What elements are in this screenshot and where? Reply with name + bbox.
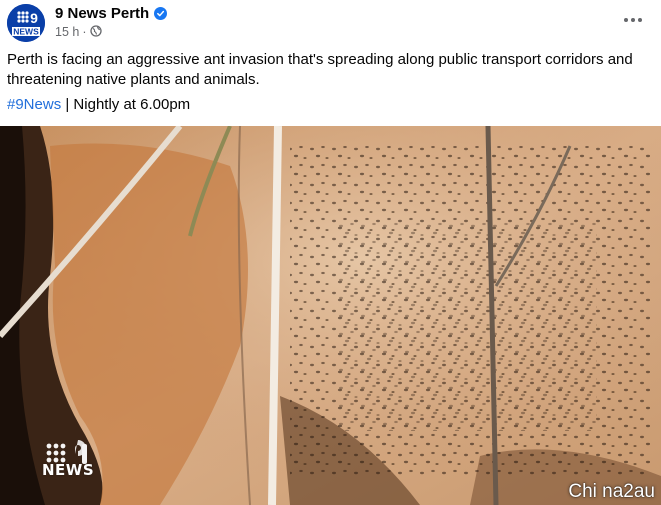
hashtag-link[interactable]: #9News bbox=[7, 96, 61, 113]
news-watermark: NEWS bbox=[42, 461, 95, 479]
nine-news-logo-icon: 9 NEWS bbox=[7, 4, 45, 42]
more-options-icon[interactable] bbox=[619, 8, 647, 32]
post-image[interactable] bbox=[0, 126, 661, 505]
avatar-text-bottom: NEWS bbox=[13, 27, 39, 37]
corner-watermark: Chi na2au bbox=[568, 481, 655, 502]
globe-icon[interactable] bbox=[89, 24, 102, 40]
avatar[interactable]: 9 NEWS bbox=[7, 4, 45, 42]
page-name-link[interactable]: 9 News Perth bbox=[55, 5, 149, 22]
ant-video-still bbox=[0, 126, 661, 505]
post-tag-line: #9News | Nightly at 6.00pm bbox=[7, 95, 190, 115]
post-timestamp[interactable]: 15 h bbox=[55, 25, 79, 39]
post-header: 9 NEWS 9 News Perth 15 h · bbox=[0, 0, 661, 46]
verified-badge-icon bbox=[154, 6, 168, 20]
meta-separator: · bbox=[82, 25, 87, 39]
tag-suffix: | Nightly at 6.00pm bbox=[61, 96, 191, 113]
avatar-text-top: 9 bbox=[30, 10, 38, 26]
page-name-row: 9 News Perth bbox=[55, 4, 168, 22]
post-meta: 15 h · bbox=[55, 24, 102, 40]
post-text: Perth is facing an aggressive ant invasi… bbox=[7, 51, 633, 88]
